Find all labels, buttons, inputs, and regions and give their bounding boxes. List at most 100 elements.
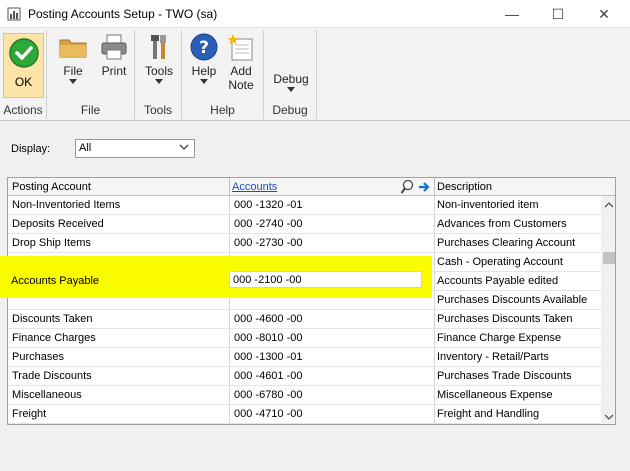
table-row[interactable]: Miscellaneous 000 -6780 -00 Miscellaneou… [8, 386, 601, 405]
cell-posting-account: Deposits Received [12, 218, 104, 230]
help-icon: ? [190, 33, 218, 61]
arrow-right-icon[interactable] [418, 180, 432, 194]
cell-posting-account: Non-Inventoried Items [12, 199, 121, 211]
folder-icon [59, 39, 87, 58]
cell-account[interactable]: 000 -1320 -01 [234, 199, 432, 211]
app-icon [7, 7, 21, 21]
cell-description: Miscellaneous Expense [437, 389, 553, 401]
add-note-label-line2: Note [228, 78, 254, 92]
debug-button[interactable]: Debug [270, 70, 312, 92]
cell-description: Freight and Handling [437, 408, 540, 420]
cell-account[interactable]: 000 -1300 -01 [234, 351, 432, 363]
cell-description: Accounts Payable edited [437, 275, 559, 287]
ok-button[interactable]: OK [3, 33, 44, 98]
cell-account[interactable]: 000 -6780 -00 [234, 389, 432, 401]
add-note-button[interactable]: Add Note [224, 32, 258, 92]
ribbon: OK Actions File Print File Tools Tools ?… [0, 28, 630, 121]
selected-account-field[interactable]: 000 -2100 -00 [229, 271, 422, 288]
chevron-down-icon [69, 79, 77, 84]
selected-posting-account[interactable]: Accounts Payable [11, 275, 99, 287]
cell-posting-account: Discounts Taken [12, 313, 93, 325]
group-label-file: File [80, 103, 101, 117]
table-row[interactable]: Deposits Received 000 -2740 -00 Advances… [8, 215, 601, 234]
grid-header: Posting Account Accounts Description [8, 178, 615, 196]
title-bar: Posting Accounts Setup - TWO (sa) — ☐ ✕ [0, 0, 630, 28]
cell-description: Purchases Clearing Account [437, 237, 576, 249]
ribbon-group-help: ? Help Add Note Help [182, 30, 264, 119]
cell-description: Purchases Discounts Taken [437, 313, 573, 325]
selected-account-value: 000 -2100 -00 [233, 274, 302, 286]
ribbon-group-tools: Tools Tools [135, 30, 182, 119]
display-value: All [79, 142, 92, 154]
cell-description: Purchases Trade Discounts [437, 370, 572, 382]
print-button[interactable]: Print [96, 32, 132, 78]
cell-account[interactable]: 000 -4710 -00 [234, 408, 432, 420]
printer-icon [101, 34, 127, 60]
header-description: Description [437, 181, 493, 193]
cell-account[interactable]: 000 -2740 -00 [234, 218, 432, 230]
chevron-down-icon [287, 87, 295, 92]
cell-posting-account: Finance Charges [12, 332, 96, 344]
ribbon-group-actions: OK Actions [0, 30, 47, 119]
display-label: Display: [11, 143, 51, 155]
file-button[interactable]: File [57, 32, 89, 84]
add-note-label-line1: Add [230, 64, 252, 78]
cell-posting-account: Freight [12, 408, 47, 420]
cell-posting-account: Purchases [12, 351, 64, 363]
ok-label: OK [14, 75, 33, 89]
scrollbar-thumb[interactable] [603, 252, 615, 264]
chevron-down-icon [155, 79, 163, 84]
debug-label: Debug [273, 72, 309, 86]
help-label: Help [191, 64, 217, 78]
cell-description: Non-inventoried item [437, 199, 539, 211]
ribbon-group-debug: Debug Debug [264, 30, 317, 119]
table-row[interactable]: Trade Discounts 000 -4601 -00 Purchases … [8, 367, 601, 386]
cell-account[interactable]: 000 -8010 -00 [234, 332, 432, 344]
cell-description: Advances from Customers [437, 218, 567, 230]
table-row[interactable]: Freight 000 -4710 -00 Freight and Handli… [8, 405, 601, 424]
vertical-scrollbar[interactable] [601, 196, 615, 424]
note-icon [227, 34, 253, 61]
help-button[interactable]: ? Help [188, 32, 220, 84]
cell-account[interactable]: 000 -4601 -00 [234, 370, 432, 382]
group-label-help: Help [210, 103, 235, 117]
cell-description: Finance Charge Expense [437, 332, 562, 344]
header-accounts-link[interactable]: Accounts [232, 181, 277, 193]
cell-account[interactable]: 000 -2730 -00 [234, 237, 432, 249]
header-posting-account: Posting Account [12, 181, 91, 193]
scroll-up-icon[interactable] [604, 200, 614, 210]
chevron-down-icon [179, 144, 189, 150]
ribbon-group-file: File Print File [47, 30, 135, 119]
cell-posting-account: Drop Ship Items [12, 237, 91, 249]
cell-posting-account: Miscellaneous [12, 389, 82, 401]
scroll-down-icon[interactable] [604, 412, 614, 422]
cell-description: Inventory - Retail/Parts [437, 351, 549, 363]
lookup-icon[interactable] [400, 179, 414, 195]
checkmark-icon [8, 38, 39, 68]
tools-button[interactable]: Tools [143, 32, 175, 84]
table-row[interactable]: Finance Charges 000 -8010 -00 Finance Ch… [8, 329, 601, 348]
chevron-down-icon [200, 79, 208, 84]
file-label: File [63, 64, 83, 78]
cell-posting-account: Trade Discounts [12, 370, 92, 382]
cell-account[interactable]: 000 -4600 -00 [234, 313, 432, 325]
posting-accounts-grid: Posting Account Accounts Description Non… [7, 177, 616, 425]
group-label-debug: Debug [272, 103, 308, 117]
table-row[interactable]: Purchases 000 -1300 -01 Inventory - Reta… [8, 348, 601, 367]
display-dropdown[interactable]: All [75, 139, 195, 158]
table-row[interactable]: Drop Ship Items 000 -2730 -00 Purchases … [8, 234, 601, 253]
window-title: Posting Accounts Setup - TWO (sa) [28, 7, 218, 21]
svg-text:?: ? [199, 38, 209, 58]
print-label: Print [101, 64, 127, 78]
minimize-button[interactable]: — [489, 0, 535, 28]
table-row[interactable]: Discounts Taken 000 -4600 -00 Purchases … [8, 310, 601, 329]
maximize-button[interactable]: ☐ [535, 0, 581, 28]
tools-label: Tools [144, 64, 173, 78]
cell-description: Cash - Operating Account [437, 256, 563, 268]
close-button[interactable]: ✕ [581, 0, 627, 28]
table-row[interactable]: Non-Inventoried Items 000 -1320 -01 Non-… [8, 196, 601, 215]
cell-description: Purchases Discounts Available [437, 294, 588, 306]
tools-icon [151, 35, 166, 59]
group-label-tools: Tools [143, 103, 172, 117]
group-label-actions: Actions [3, 103, 43, 117]
